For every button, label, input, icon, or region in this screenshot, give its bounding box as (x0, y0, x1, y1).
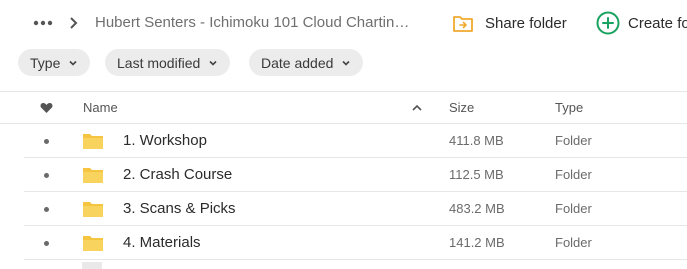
chevron-right-icon (70, 17, 78, 29)
row-type: Folder (555, 133, 592, 148)
filter-type-label: Type (30, 54, 61, 71)
row-name: 4. Materials (123, 234, 201, 251)
share-folder-icon (453, 16, 473, 32)
chevron-down-icon (69, 60, 77, 66)
more-options-button[interactable] (32, 14, 54, 32)
share-folder-button[interactable]: Share folder (453, 9, 567, 37)
folder-icon (83, 202, 103, 217)
row-size: 141.2 MB (449, 235, 505, 250)
row-name: 1. Workshop (123, 132, 207, 149)
row-size: 483.2 MB (449, 201, 505, 216)
row-size: 411.8 MB (449, 133, 504, 148)
row-name: 3. Scans & Picks (123, 200, 236, 217)
filter-date-added-label: Date added (261, 54, 334, 71)
filter-last-modified-chip[interactable]: Last modified (105, 49, 231, 76)
heart-icon[interactable] (40, 102, 53, 114)
row-indicator-dot (44, 207, 49, 212)
column-header-name[interactable]: Name (83, 100, 118, 115)
row-size: 112.5 MB (449, 167, 504, 182)
chevron-down-icon (342, 60, 350, 66)
plus-circle-icon (596, 11, 620, 35)
filter-date-added-chip[interactable]: Date added (249, 49, 364, 76)
row-indicator-dot (44, 139, 49, 144)
folder-icon (83, 168, 103, 183)
row-type: Folder (555, 235, 592, 250)
row-indicator-dot (44, 241, 49, 246)
share-folder-label: Share folder (485, 14, 567, 32)
folder-icon (83, 134, 103, 149)
table-header: Name Size Type (0, 91, 687, 124)
sort-up-icon[interactable] (411, 103, 423, 113)
more-icon (33, 20, 53, 26)
top-bar: Hubert Senters - Ichimoku 101 Cloud Char… (0, 0, 687, 46)
file-browser: Hubert Senters - Ichimoku 101 Cloud Char… (0, 0, 687, 269)
folder-icon (83, 236, 103, 251)
create-label: Create fo (628, 14, 687, 32)
filter-last-modified-label: Last modified (117, 54, 201, 71)
row-name: 2. Crash Course (123, 166, 233, 183)
next-row-preview (82, 262, 102, 269)
chevron-down-icon (209, 60, 217, 66)
table-row[interactable]: 1. Workshop 411.8 MB Folder (24, 124, 687, 158)
column-header-size[interactable]: Size (449, 100, 474, 115)
row-indicator-dot (44, 173, 49, 178)
filter-type-chip[interactable]: Type (18, 49, 91, 76)
table-row[interactable]: 4. Materials 141.2 MB Folder (24, 226, 687, 260)
create-button[interactable]: Create fo (596, 9, 687, 37)
table-row[interactable]: 3. Scans & Picks 483.2 MB Folder (24, 192, 687, 226)
column-header-type[interactable]: Type (555, 100, 583, 115)
row-type: Folder (555, 167, 592, 182)
breadcrumb-current-folder[interactable]: Hubert Senters - Ichimoku 101 Cloud Char… (95, 13, 415, 33)
row-type: Folder (555, 201, 592, 216)
table-row[interactable]: 2. Crash Course 112.5 MB Folder (24, 158, 687, 192)
